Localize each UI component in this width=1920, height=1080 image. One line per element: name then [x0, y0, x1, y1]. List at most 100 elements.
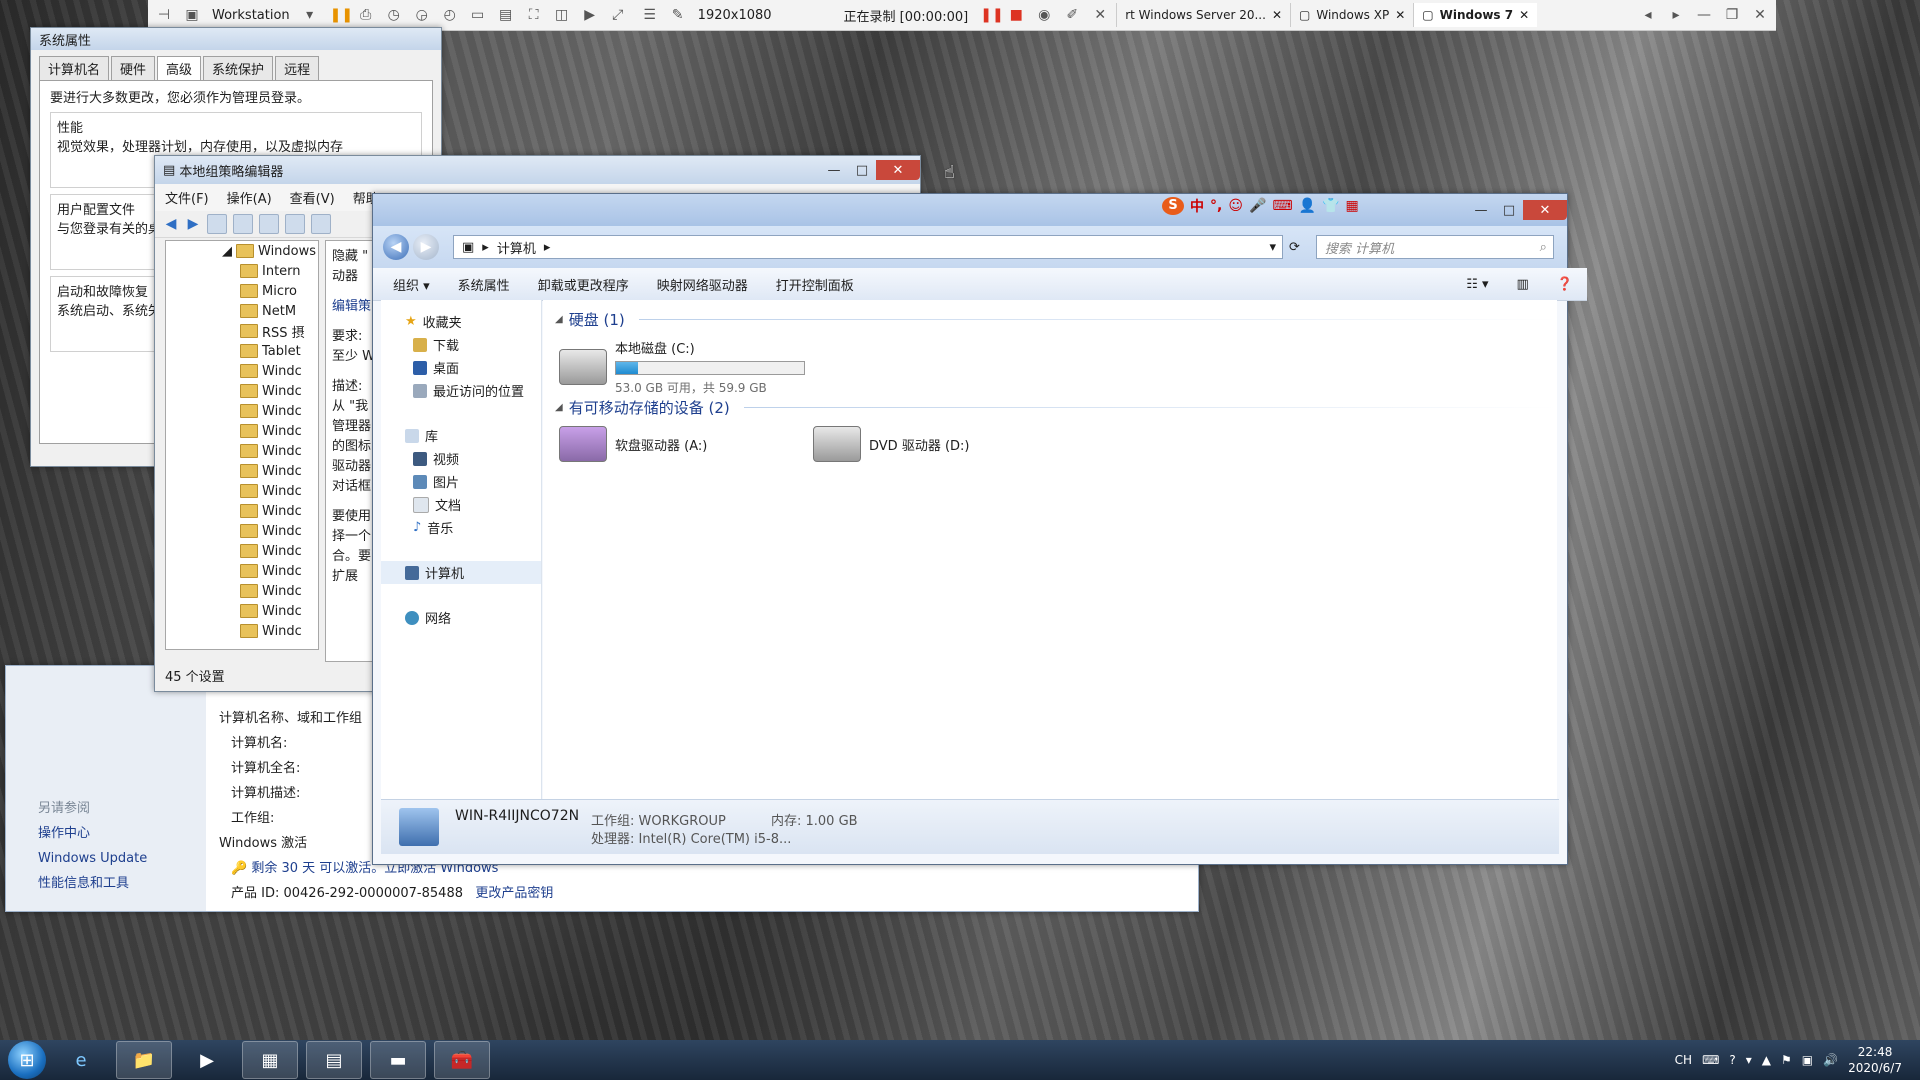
start-button[interactable]: ⊞ — [8, 1041, 46, 1079]
tree-item[interactable]: Windc — [166, 541, 318, 561]
refresh-icon[interactable]: ⟳ — [1289, 240, 1300, 255]
close-icon[interactable]: ✕ — [1519, 8, 1529, 22]
tab-remote[interactable]: 远程 — [275, 56, 320, 80]
stretch-icon[interactable]: ⤢ — [610, 7, 626, 23]
tab-system-protection[interactable]: 系统保护 — [203, 56, 274, 80]
pen-icon[interactable]: ✐ — [1064, 7, 1080, 23]
flag-icon[interactable]: ⚑ — [1781, 1053, 1792, 1067]
back-button[interactable]: ◀ — [383, 234, 409, 260]
open-control-panel-button[interactable]: 打开控制面板 — [776, 275, 854, 294]
terminal-icon[interactable]: ▶ — [582, 7, 598, 23]
drive-a[interactable]: 软盘驱动器 (A:) — [559, 426, 707, 462]
cmd-taskbar-button[interactable]: ▬ — [370, 1041, 426, 1079]
menu-action[interactable]: 操作(A) — [227, 188, 272, 207]
chevron-right-icon[interactable]: ▸ — [1668, 7, 1684, 23]
nav-recent[interactable]: 最近访问的位置 — [381, 379, 541, 402]
nav-computer[interactable]: 计算机 — [381, 561, 541, 584]
snapshot-icon[interactable]: ◷ — [386, 7, 402, 23]
windows-update-link[interactable]: Windows Update — [6, 846, 206, 871]
tab-hardware[interactable]: 硬件 — [111, 56, 156, 80]
chevron-down-icon[interactable]: ▾ — [1269, 240, 1282, 255]
menu-file[interactable]: 文件(F) — [165, 188, 209, 207]
close-icon[interactable]: ✕ — [1395, 8, 1405, 22]
maximize-button[interactable]: □ — [1495, 200, 1523, 220]
tab-computer-name[interactable]: 计算机名 — [39, 56, 110, 80]
tree-item[interactable]: NetM — [166, 301, 318, 321]
media-player-icon[interactable]: ▶ — [180, 1042, 234, 1078]
tree-item[interactable]: Windc — [166, 401, 318, 421]
unity-icon[interactable]: ◫ — [554, 7, 570, 23]
explorer-titlebar[interactable]: — □ ✕ — [373, 194, 1567, 226]
revert-snapshot-icon[interactable]: ◶ — [414, 7, 430, 23]
removable-section-header[interactable]: ◢ 有可移动存储的设备 (2) — [555, 394, 1557, 420]
tree-item[interactable]: Windc — [166, 361, 318, 381]
sogou-logo-icon[interactable]: S — [1162, 197, 1184, 215]
system-properties-button[interactable]: 系统属性 — [458, 275, 510, 294]
nav-favorites[interactable]: ★ 收藏夹 — [381, 310, 541, 333]
close-recording-icon[interactable]: ✕ — [1092, 7, 1108, 23]
map-network-drive-button[interactable]: 映射网络驱动器 — [657, 275, 748, 294]
tree-item[interactable]: Windc — [166, 581, 318, 601]
skin-icon[interactable]: 👕 — [1322, 198, 1339, 214]
tab-advanced[interactable]: 高级 — [157, 56, 202, 80]
volume-icon[interactable]: 🔊 — [1823, 1053, 1838, 1067]
menu-icon[interactable]: ☰ — [642, 7, 658, 23]
nav-documents[interactable]: 文档 — [381, 493, 541, 516]
change-key-link[interactable]: 更改产品密钥 — [475, 886, 553, 901]
gpedit-titlebar[interactable]: ▤ 本地组策略编辑器 — □ ✕ — [155, 156, 920, 184]
chevron-down-icon[interactable]: ▾ — [302, 7, 318, 23]
tree-item[interactable]: RSS 摂 — [166, 321, 318, 341]
tree-item[interactable]: Micro — [166, 281, 318, 301]
drive-d[interactable]: DVD 驱动器 (D:) — [813, 426, 969, 462]
forward-button[interactable]: ▶ — [413, 234, 439, 260]
ie-icon[interactable]: e — [54, 1042, 108, 1078]
fullscreen-icon[interactable]: ⛶ — [526, 7, 542, 23]
punctuation-toggle[interactable]: °, — [1210, 198, 1222, 214]
tree-item[interactable]: Windc — [166, 481, 318, 501]
uninstall-program-button[interactable]: 卸载或更改程序 — [538, 275, 629, 294]
properties-icon[interactable] — [311, 214, 331, 234]
tree-item[interactable]: Windc — [166, 461, 318, 481]
minimize-icon[interactable]: — — [1696, 7, 1712, 23]
send-keys-icon[interactable]: ⎙ — [358, 7, 374, 23]
organize-button[interactable]: 组织 ▾ — [393, 275, 430, 294]
vm-tab-xp[interactable]: ▢ Windows XP ✕ — [1290, 3, 1413, 27]
help-icon[interactable]: ❓ — [1557, 277, 1573, 292]
keyboard-icon[interactable]: ⌨ — [1272, 198, 1292, 214]
tree-item[interactable]: Windc — [166, 441, 318, 461]
forward-icon[interactable]: ▶ — [185, 216, 201, 232]
pushpin-icon[interactable]: ✎ — [670, 7, 686, 23]
minimize-button[interactable]: — — [1467, 200, 1495, 220]
tree-item[interactable]: Windc — [166, 521, 318, 541]
help-icon[interactable] — [285, 214, 305, 234]
close-icon[interactable]: ✕ — [1752, 7, 1768, 23]
restore-icon[interactable]: ❐ — [1724, 7, 1740, 23]
snapshot-manager-icon[interactable]: ◴ — [442, 7, 458, 23]
gpedit-taskbar-button[interactable]: ▤ — [306, 1041, 362, 1079]
expand-icon[interactable]: ◢ — [222, 244, 232, 259]
nav-videos[interactable]: 视频 — [381, 447, 541, 470]
close-icon[interactable]: ✕ — [1272, 8, 1282, 22]
microphone-icon[interactable]: 🎤 — [1249, 198, 1266, 214]
explorer-taskbar-button[interactable]: 📁 — [116, 1041, 172, 1079]
vm-tab-server[interactable]: rt Windows Server 20... ✕ — [1116, 3, 1290, 27]
ime-mode-toggle[interactable]: 中 — [1190, 196, 1204, 216]
tree-item[interactable]: Tablet — [166, 341, 318, 361]
toolbox-icon[interactable]: ▦ — [1345, 198, 1358, 214]
show-hidden-icons[interactable]: ▲ — [1762, 1053, 1771, 1067]
camera-icon[interactable]: ◉ — [1036, 7, 1052, 23]
hdd-section-header[interactable]: ◢ 硬盘 (1) — [555, 306, 1557, 332]
stop-recording-icon[interactable]: ■ — [1008, 7, 1024, 23]
tree-item[interactable]: Windc — [166, 561, 318, 581]
nav-libraries[interactable]: 库 — [381, 424, 541, 447]
tree-item[interactable]: Intern — [166, 261, 318, 281]
console-icon[interactable]: ▤ — [498, 7, 514, 23]
nav-downloads[interactable]: 下载 — [381, 333, 541, 356]
emoji-icon[interactable]: ☺ — [1228, 198, 1243, 214]
address-bar[interactable]: ▣ ▸ 计算机 ▸ ▾ — [453, 235, 1283, 259]
network-icon[interactable]: ▣ — [1802, 1053, 1813, 1067]
pause-recording-icon[interactable]: ❚❚ — [980, 7, 1003, 23]
tree-item[interactable]: Windc — [166, 601, 318, 621]
back-icon[interactable]: ◀ — [163, 216, 179, 232]
nav-network[interactable]: 网络 — [381, 606, 541, 629]
